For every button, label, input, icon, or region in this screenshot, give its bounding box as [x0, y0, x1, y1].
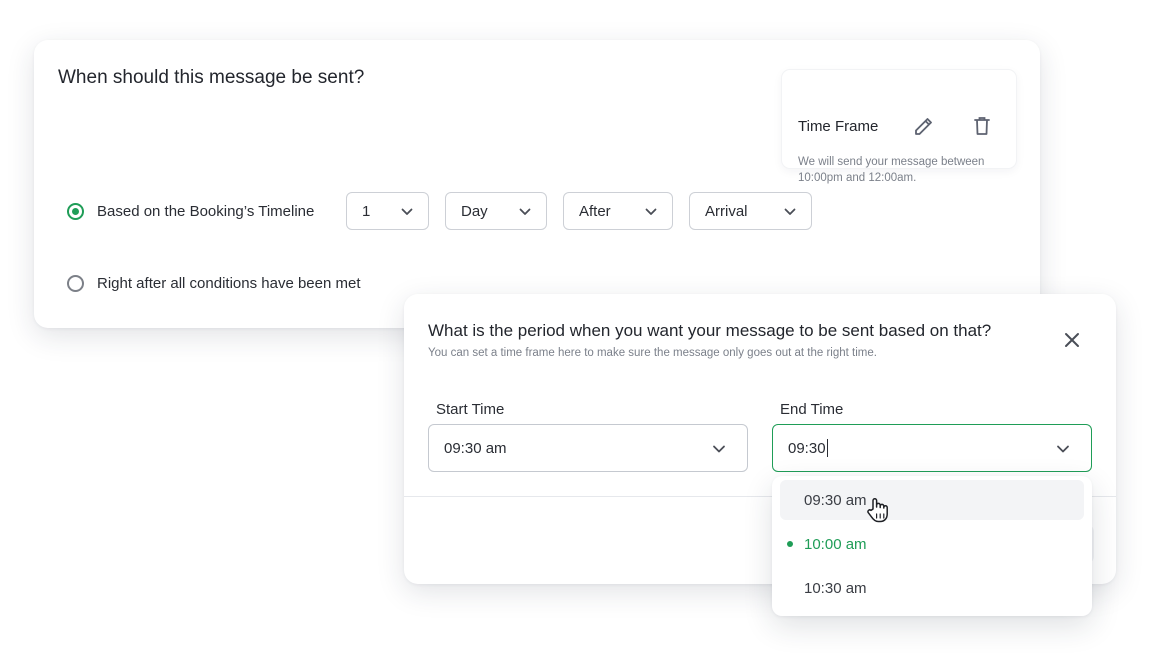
selected-dot-icon	[787, 541, 793, 547]
dropdown-option-selected[interactable]: 10:00 am	[780, 524, 1084, 564]
option-label: 10:00 am	[804, 535, 867, 553]
select-value: After	[579, 202, 611, 220]
event-select[interactable]: Arrival	[689, 192, 812, 230]
number-select[interactable]: 1	[346, 192, 429, 230]
unit-select[interactable]: Day	[445, 192, 547, 230]
time-frame-title: Time Frame	[798, 118, 879, 135]
modal-title: What is the period when you want your me…	[428, 321, 992, 340]
start-time-select[interactable]: 09:30 am	[428, 424, 748, 472]
option-after-conditions[interactable]: Right after all conditions have been met	[67, 275, 361, 292]
end-time-label: End Time	[780, 401, 844, 418]
send-timing-card: When should this message be sent? Time F…	[34, 40, 1040, 328]
option-label: Based on the Booking’s Timeline	[97, 203, 315, 220]
text-caret	[826, 439, 828, 457]
select-value: Day	[461, 202, 488, 220]
chevron-down-icon	[1057, 445, 1069, 453]
chevron-down-icon	[784, 208, 796, 215]
time-frame-card: Time Frame We will send your message bet…	[782, 70, 1016, 184]
end-time-input[interactable]: 09:30	[772, 424, 1092, 472]
start-time-label: Start Time	[436, 401, 505, 418]
option-label: Right after all conditions have been met	[97, 275, 361, 292]
end-time-value: 09:30	[788, 439, 826, 457]
radio-unselected[interactable]	[67, 275, 84, 292]
radio-selected[interactable]	[67, 203, 84, 220]
chevron-down-icon	[713, 445, 725, 453]
dropdown-option[interactable]: 09:30 am	[780, 480, 1084, 520]
card-title: When should this message be sent?	[58, 67, 365, 88]
select-value: Arrival	[705, 202, 748, 220]
pencil-icon[interactable]	[912, 114, 936, 138]
close-icon[interactable]	[1062, 330, 1082, 350]
chevron-down-icon	[519, 208, 531, 215]
start-time-value: 09:30 am	[444, 439, 507, 457]
end-time-dropdown: 09:30 am 10:00 am 10:30 am	[772, 476, 1092, 616]
trash-icon[interactable]	[970, 114, 994, 138]
modal-subtitle: You can set a time frame here to make su…	[428, 347, 877, 359]
select-value: 1	[362, 202, 371, 220]
hand-cursor-icon	[867, 497, 888, 523]
time-frame-description: We will send your message between 10:00p…	[798, 156, 985, 184]
option-booking-timeline[interactable]: Based on the Booking’s Timeline	[67, 203, 314, 220]
option-label: 09:30 am	[804, 491, 867, 509]
chevron-down-icon	[645, 208, 657, 215]
chevron-down-icon	[401, 208, 413, 215]
option-label: 10:30 am	[804, 579, 867, 597]
relation-select[interactable]: After	[563, 192, 673, 230]
dropdown-option[interactable]: 10:30 am	[780, 568, 1084, 608]
